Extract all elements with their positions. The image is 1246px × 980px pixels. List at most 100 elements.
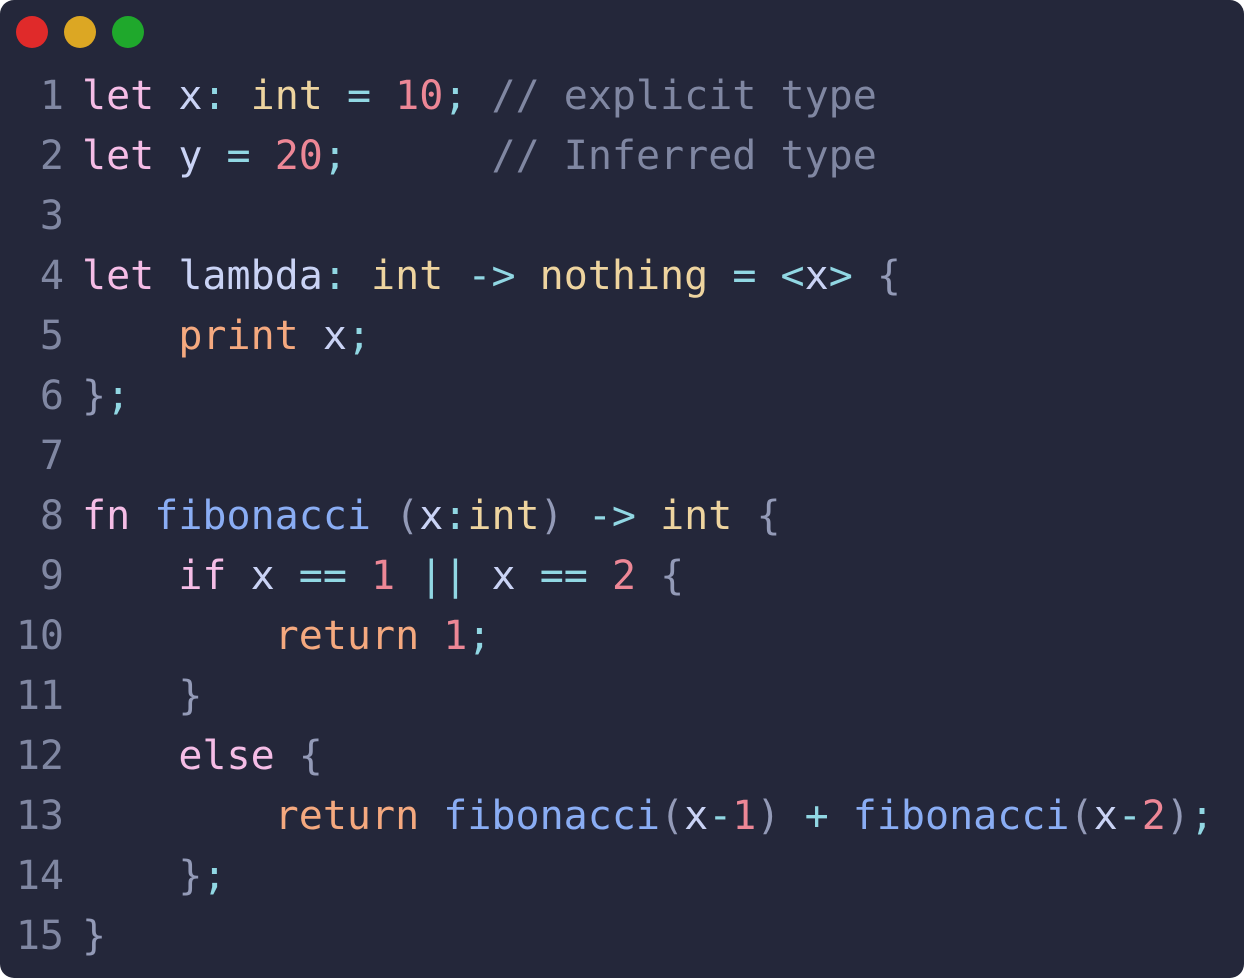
code-token: ;	[467, 613, 492, 659]
code-token: fibonacci	[154, 493, 372, 539]
code-token: int	[250, 73, 323, 119]
line-content: }	[82, 666, 202, 726]
code-window: 1 let x: int = 10; // explicit type 2 let y…	[0, 0, 1244, 978]
code-token: return	[274, 793, 420, 839]
code-token: x	[1093, 793, 1118, 839]
line-number: 14	[15, 853, 64, 899]
code-token: let	[82, 253, 155, 299]
code-token: 1	[732, 793, 757, 839]
line-number: 9	[39, 553, 64, 599]
line-number: 4	[39, 253, 64, 299]
code-token: return	[274, 613, 420, 659]
code-token: int	[660, 493, 733, 539]
line-number: 2	[39, 133, 64, 179]
line-number: 7	[39, 433, 64, 479]
line-content: return fibonacci(x-1) + fibonacci(x-2);	[82, 786, 1214, 846]
code-token: ;	[106, 373, 131, 419]
code-token: ;	[202, 853, 227, 899]
line-number: 13	[15, 793, 64, 839]
code-token: x	[178, 73, 203, 119]
code-token: >	[828, 253, 853, 299]
code-token: )	[756, 793, 781, 839]
code-token: let	[82, 73, 155, 119]
line-number: 5	[39, 313, 64, 359]
code-token: +	[804, 793, 829, 839]
line-number: 10	[15, 613, 64, 659]
code-token: 20	[274, 133, 323, 179]
code-token: x	[250, 553, 275, 599]
code-token: =	[226, 133, 251, 179]
code-token: 2	[1141, 793, 1166, 839]
maximize-window-button[interactable]	[112, 16, 144, 48]
code-token: int	[371, 253, 444, 299]
code-token: 2	[611, 553, 637, 599]
line-content: }	[82, 906, 106, 966]
code-token: :	[322, 253, 347, 299]
code-token: ==	[298, 553, 347, 599]
line-content: };	[82, 846, 227, 906]
line-number: 12	[15, 733, 64, 779]
line-number: 8	[39, 493, 64, 539]
line-content: print x;	[82, 306, 371, 366]
line-content: let x: int = 10; // explicit type	[82, 66, 877, 126]
code-token: (	[395, 493, 420, 539]
title-bar	[0, 0, 1244, 64]
code-line: 4 let lambda: int -> nothing = <x> {	[0, 246, 1244, 306]
code-line: 1 let x: int = 10; // explicit type	[0, 66, 1244, 126]
code-token: x	[491, 553, 516, 599]
code-token: }	[178, 853, 203, 899]
code-token: fn	[82, 493, 131, 539]
code-token: {	[756, 493, 781, 539]
line-content: };	[82, 366, 130, 426]
code-token: lambda	[178, 253, 323, 299]
code-token: (	[660, 793, 685, 839]
code-token: }	[82, 373, 107, 419]
minimize-window-button[interactable]	[64, 16, 96, 48]
code-line: 2 let y = 20; // Inferred type	[0, 126, 1244, 186]
code-token: fibonacci	[852, 793, 1070, 839]
line-content: if x == 1 || x == 2 {	[82, 546, 684, 606]
code-editor: 1 let x: int = 10; // explicit type 2 let y…	[0, 66, 1244, 966]
line-number: 11	[15, 673, 64, 719]
code-line: 7	[0, 426, 1244, 486]
code-token: ||	[419, 553, 468, 599]
code-line: 11 }	[0, 666, 1244, 726]
code-line: 14 };	[0, 846, 1244, 906]
code-token: ->	[587, 493, 636, 539]
code-token: y	[178, 133, 203, 179]
code-token: ;	[346, 313, 372, 359]
code-token: ;	[322, 133, 347, 179]
code-line: 12 else {	[0, 726, 1244, 786]
code-token: <	[780, 253, 805, 299]
code-token: {	[298, 733, 323, 779]
line-content: let lambda: int -> nothing = <x> {	[82, 246, 901, 306]
code-token: ->	[467, 253, 516, 299]
code-token: )	[539, 493, 564, 539]
line-number: 3	[39, 193, 64, 239]
close-window-button[interactable]	[16, 16, 48, 48]
code-token: =	[346, 73, 372, 119]
code-token: x	[804, 253, 829, 299]
code-token: // explicit type	[491, 73, 877, 119]
